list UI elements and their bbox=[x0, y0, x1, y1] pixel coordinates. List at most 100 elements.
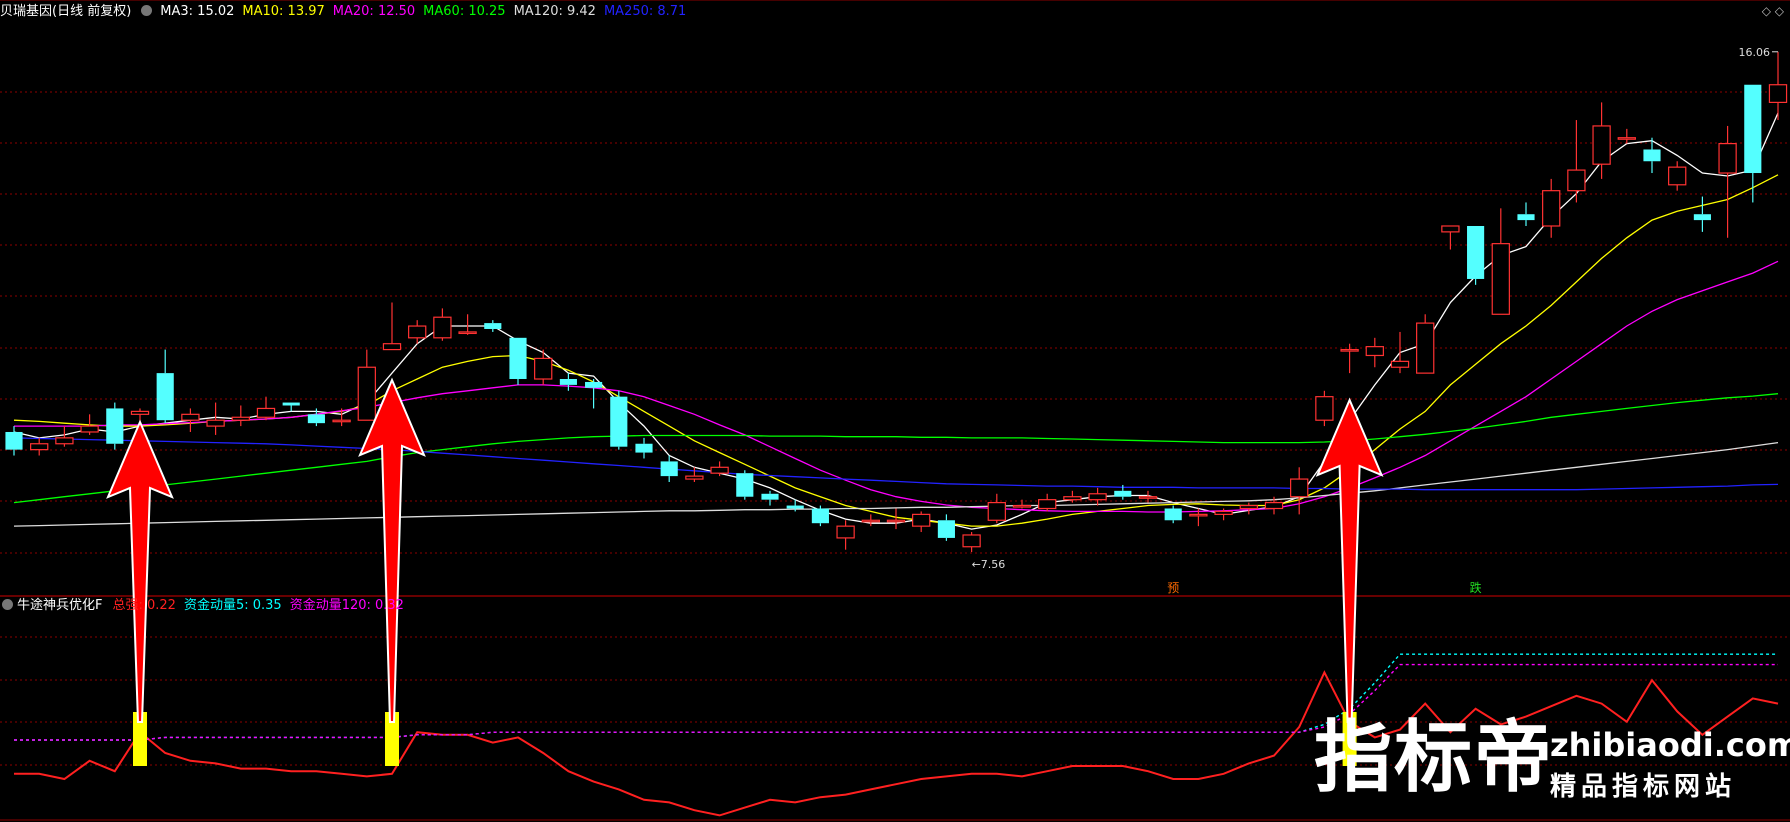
ma10-label: MA10: 13.97 bbox=[242, 4, 325, 19]
candle-body bbox=[408, 325, 427, 339]
watermark-subtitle: 精品指标网站 bbox=[1550, 772, 1737, 802]
fund-momentum120-label: 资金动量120: 0.32 bbox=[289, 598, 404, 613]
candle bbox=[458, 314, 477, 335]
candle-body bbox=[282, 402, 300, 406]
candle-body bbox=[559, 379, 577, 385]
candle-body bbox=[484, 323, 502, 329]
candle bbox=[1567, 120, 1586, 203]
candle-body bbox=[106, 408, 124, 444]
watermark-url: zhibiaodi.com bbox=[1550, 726, 1790, 764]
candle-body bbox=[1693, 214, 1711, 221]
candle-body bbox=[1290, 478, 1309, 498]
candle-body bbox=[5, 431, 23, 450]
candle bbox=[256, 396, 276, 421]
candle-body bbox=[509, 337, 527, 380]
candle bbox=[585, 379, 603, 409]
candle bbox=[1491, 208, 1510, 315]
candle-body bbox=[1542, 190, 1561, 227]
candle-body bbox=[1114, 490, 1132, 497]
candle bbox=[987, 493, 1006, 524]
candle bbox=[886, 508, 906, 530]
candle-body bbox=[1517, 214, 1535, 221]
candle-body bbox=[635, 443, 653, 453]
candle bbox=[1592, 102, 1611, 179]
candle bbox=[1668, 161, 1687, 191]
candle-body bbox=[1340, 348, 1359, 352]
fund-momentum5-label: 资金动量5: 0.35 bbox=[183, 598, 282, 613]
candle bbox=[660, 455, 678, 483]
candle-body bbox=[1038, 499, 1057, 510]
settings-dot-icon[interactable] bbox=[2, 599, 13, 610]
candle bbox=[55, 426, 74, 447]
candle-body bbox=[534, 357, 553, 380]
candle bbox=[231, 405, 250, 427]
candle-body bbox=[1239, 504, 1258, 510]
watermark-logo: 指标帝 zhibiaodi.com 精品指标网站 bbox=[1314, 708, 1790, 808]
stock-chart[interactable]: 16.06 ←7.56 预 跌 bbox=[0, 0, 1790, 822]
candle-body bbox=[1592, 125, 1611, 165]
candle-body bbox=[1063, 496, 1082, 501]
candle-body bbox=[1441, 225, 1460, 233]
candle-body bbox=[1164, 508, 1182, 521]
candle bbox=[1517, 202, 1535, 226]
settings-dot-icon[interactable] bbox=[141, 5, 153, 16]
candle-body bbox=[1365, 346, 1384, 357]
candle bbox=[937, 514, 955, 541]
candle-body bbox=[886, 519, 906, 523]
candle bbox=[534, 349, 553, 385]
candle bbox=[509, 337, 527, 385]
candle bbox=[1441, 225, 1460, 250]
candle-body bbox=[1617, 137, 1636, 140]
candle-body bbox=[80, 425, 99, 433]
candle-body bbox=[1416, 322, 1435, 374]
indicator-title: 牛途神兵优化F bbox=[17, 598, 103, 613]
candle-body bbox=[307, 414, 325, 424]
signal-marker-label: 跌 bbox=[1470, 580, 1482, 595]
candle bbox=[1416, 314, 1435, 374]
toolbar-icons[interactable]: ◇ ◇ bbox=[1762, 4, 1784, 18]
candle bbox=[1542, 178, 1561, 238]
candle bbox=[282, 402, 300, 412]
candle-body bbox=[610, 396, 628, 447]
candle bbox=[1467, 225, 1485, 285]
candle bbox=[106, 402, 124, 450]
candle-body bbox=[1189, 513, 1208, 517]
candle bbox=[1768, 51, 1788, 121]
ma120-label: MA120: 9.42 bbox=[513, 4, 596, 19]
candle bbox=[962, 532, 981, 553]
candle bbox=[836, 520, 855, 550]
candle-body bbox=[1567, 169, 1586, 192]
candle-body bbox=[761, 493, 779, 500]
candle-body bbox=[1718, 142, 1737, 174]
candle bbox=[736, 470, 754, 500]
candle bbox=[1390, 331, 1410, 374]
candle bbox=[382, 302, 402, 351]
candle bbox=[181, 408, 200, 432]
candle-body bbox=[685, 475, 704, 480]
candle bbox=[1239, 502, 1258, 515]
candle-body bbox=[1768, 84, 1788, 103]
ma250-label: MA250: 8.71 bbox=[603, 4, 687, 19]
candle bbox=[685, 467, 704, 483]
buy-signal-arrow bbox=[358, 377, 426, 723]
watermark-big-text: 指标帝 bbox=[1314, 713, 1555, 803]
candle-body bbox=[1467, 225, 1485, 279]
candle bbox=[5, 426, 23, 456]
ma3-label: MA3: 15.02 bbox=[160, 4, 235, 19]
candle-body bbox=[962, 534, 981, 548]
candle-body bbox=[1012, 504, 1032, 508]
candle-body bbox=[1744, 84, 1762, 174]
ma-line-ma10 bbox=[13, 174, 1779, 527]
candle-body bbox=[1264, 502, 1284, 510]
candle bbox=[610, 390, 628, 450]
candle-body bbox=[332, 419, 351, 423]
candle bbox=[1138, 490, 1158, 503]
candle bbox=[1693, 196, 1711, 232]
candle-body bbox=[1643, 149, 1661, 162]
signal-marker-label: 预 bbox=[1167, 581, 1179, 595]
candle bbox=[811, 505, 829, 527]
candle bbox=[1038, 493, 1057, 512]
candle-body bbox=[1315, 396, 1334, 421]
candle-body bbox=[156, 373, 174, 421]
buy-signal-arrow bbox=[1315, 397, 1384, 723]
